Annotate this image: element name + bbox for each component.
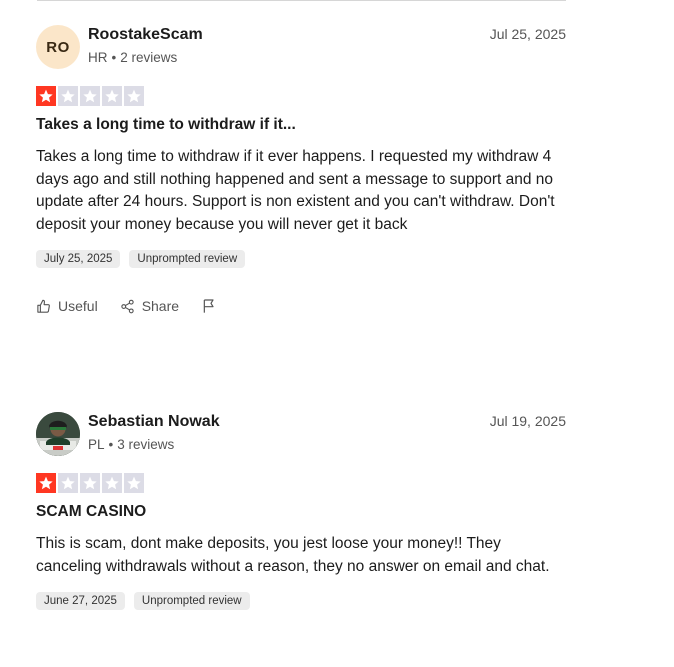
divider <box>37 0 566 1</box>
useful-label: Useful <box>58 298 98 314</box>
reviewer-meta: PL • 3 reviews <box>88 437 174 452</box>
reviewer-name[interactable]: Sebastian Nowak <box>88 413 220 431</box>
unprompted-review-badge[interactable]: Unprompted review <box>129 250 246 268</box>
review-header: Sebastian Nowak PL • 3 reviews Jul 19, 202… <box>36 411 566 457</box>
separator-dot: • <box>108 437 114 452</box>
star-icon <box>36 86 56 106</box>
review-title[interactable]: SCAM CASINO <box>36 503 566 521</box>
share-label: Share <box>141 298 180 314</box>
reviewer-review-count: 3 reviews <box>117 437 175 452</box>
profile-photo-icon <box>36 412 80 456</box>
review-card: RO RoostakeScam HR • 2 reviews Jul 25, 202… <box>36 24 566 314</box>
star-icon <box>58 86 78 106</box>
experience-date-badge: June 27, 2025 <box>36 592 125 610</box>
share-icon <box>121 299 134 313</box>
star-icon <box>80 86 100 106</box>
review-card: Sebastian Nowak PL • 3 reviews Jul 19, 202… <box>36 411 566 610</box>
avatar[interactable] <box>36 412 80 456</box>
avatar[interactable]: RO <box>36 25 80 69</box>
reviewer-review-count: 2 reviews <box>120 50 178 65</box>
star-icon <box>102 473 122 493</box>
star-rating <box>36 473 566 493</box>
reviewer-name[interactable]: RoostakeScam <box>88 26 203 44</box>
separator-dot: • <box>111 50 117 65</box>
unprompted-review-badge[interactable]: Unprompted review <box>133 592 250 610</box>
report-button[interactable] <box>201 298 217 314</box>
share-button[interactable]: Share <box>120 298 179 314</box>
reviewer-country: HR <box>88 50 108 65</box>
star-icon <box>58 473 78 493</box>
reviewer-country: PL <box>88 437 105 452</box>
flag-icon <box>203 299 214 313</box>
star-icon <box>124 473 144 493</box>
thumbs-up-icon <box>37 299 50 313</box>
star-icon <box>80 473 100 493</box>
review-date: Jul 25, 2025 <box>489 26 566 42</box>
useful-button[interactable]: Useful <box>36 298 98 314</box>
reviewer-meta: HR • 2 reviews <box>88 50 177 65</box>
star-icon <box>124 86 144 106</box>
experience-date-badge: July 25, 2025 <box>36 250 121 268</box>
review-body: Takes a long time to withdraw if it ever… <box>36 148 555 233</box>
review-body: This is scam, dont make deposits, you je… <box>36 535 550 575</box>
review-tags: July 25, 2025 Unprompted review <box>36 250 566 268</box>
review-header: RO RoostakeScam HR • 2 reviews Jul 25, 202… <box>36 24 566 70</box>
star-rating <box>36 86 566 106</box>
review-date: Jul 19, 2025 <box>489 413 566 429</box>
review-title[interactable]: Takes a long time to withdraw if it... <box>36 116 566 134</box>
star-icon <box>36 473 56 493</box>
review-tags: June 27, 2025 Unprompted review <box>36 592 566 610</box>
review-actions: Useful Share <box>36 298 566 314</box>
star-icon <box>102 86 122 106</box>
